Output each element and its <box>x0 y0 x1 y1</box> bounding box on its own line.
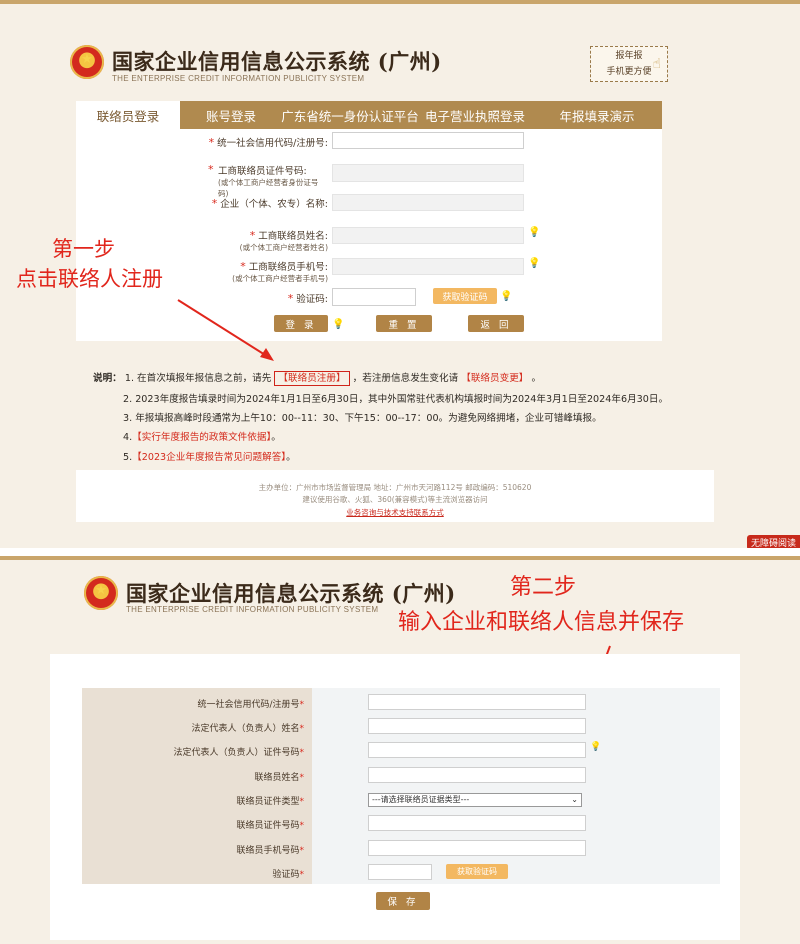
screenshot-login-page: 国家企业信用信息公示系统 (广州) THE ENTERPRISE CREDIT … <box>0 0 800 552</box>
reg-legal-rep-name-label: 法定代表人（负责人）姓名* <box>191 724 304 734</box>
step-two-title: 第二步 <box>510 575 577 600</box>
tab-account-login[interactable]: 账号登录 <box>180 101 282 129</box>
register-form-fields: 💡 ---请选择联络员证据类型--- ⌄ 获取验证码 <box>312 688 720 884</box>
captcha-input[interactable] <box>332 288 416 306</box>
liaison-phone-input[interactable] <box>332 258 524 275</box>
liaison-name-input[interactable] <box>332 227 524 244</box>
reg-credit-code-input[interactable] <box>368 694 586 710</box>
national-emblem-icon <box>70 45 104 79</box>
liaison-phone-label: * 工商联络员手机号: (或个体工商户经营者手机号) <box>232 260 328 283</box>
tab-guangdong-auth[interactable]: 广东省统一身份认证平台 <box>281 101 419 129</box>
reg-legal-rep-name-input[interactable] <box>368 718 586 734</box>
hint-bulb-icon: 💡 <box>528 258 541 269</box>
step-one-arrow-icon <box>177 299 274 361</box>
reg-captcha-label: 验证码* <box>272 870 304 880</box>
liaison-register-form: 统一社会信用代码/注册号* 法定代表人（负责人）姓名* 法定代表人（负责人）证件… <box>50 654 740 940</box>
reg-liaison-id-number-label: 联络员证件号码* <box>236 821 304 831</box>
company-name-label: * 企业（个体、农专）名称: <box>211 197 328 210</box>
get-code-button[interactable]: 获取验证码 <box>433 288 497 304</box>
footer-sponsor: 主办单位：广州市市场监督管理局 地址：广州市天河路112号 邮政编码：51062… <box>258 483 532 492</box>
note-5: 5.【2023企业年度报告常见问题解答】。 <box>123 452 296 463</box>
site-title: 国家企业信用信息公示系统 (广州) <box>112 49 442 74</box>
reg-liaison-phone-label: 联络员手机号码* <box>236 846 304 856</box>
login-button[interactable]: 登 录 <box>274 315 328 332</box>
footer-browser-tip: 建议使用谷歌、火狐、360(兼容模式)等主流浏览器访问 <box>302 495 488 504</box>
reg-credit-code-label: 统一社会信用代码/注册号* <box>197 700 304 710</box>
note-2: 2. 2023年度报告填录时间为2024年1月1日至6月30日，其中外国常驻代表… <box>123 394 669 405</box>
reg-liaison-phone-input[interactable] <box>368 840 586 856</box>
site-subtitle: THE ENTERPRISE CREDIT INFORMATION PUBLIC… <box>112 74 365 83</box>
reg-legal-rep-id-label: 法定代表人（负责人）证件号码* <box>173 748 304 758</box>
credit-code-label: * 统一社会信用代码/注册号: <box>208 136 328 149</box>
liaison-register-link[interactable]: 【联络员注册】 <box>274 371 350 386</box>
panel-separator <box>0 548 800 556</box>
page-footer: 主办单位：广州市市场监督管理局 地址：广州市天河路112号 邮政编码：51062… <box>76 470 714 522</box>
company-name-input[interactable] <box>332 194 524 211</box>
faq-link[interactable]: 【2023企业年度报告常见问题解答】 <box>132 452 286 463</box>
mobile-report-button[interactable]: 报年报 手机更方便 ☝ <box>590 46 668 82</box>
register-form-labels: 统一社会信用代码/注册号* 法定代表人（负责人）姓名* 法定代表人（负责人）证件… <box>82 688 312 884</box>
note-1: 说明： 1. 在首次填报年报信息之前，请先 【联络员注册】 ，若注册信息发生变化… <box>93 371 542 386</box>
register-form-grid: 统一社会信用代码/注册号* 法定代表人（负责人）姓名* 法定代表人（负责人）证件… <box>82 688 720 884</box>
policy-document-link[interactable]: 【实行年度报告的政策文件依据】 <box>132 432 271 443</box>
note-3: 3. 年报填报高峰时段通常为上午10：00--11：30、下午15：00--17… <box>123 413 602 424</box>
reg-liaison-name-input[interactable] <box>368 767 586 783</box>
hint-bulb-icon: 💡 <box>590 742 602 752</box>
site-subtitle: THE ENTERPRISE CREDIT INFORMATION PUBLIC… <box>126 605 379 614</box>
liaison-id-label: * 工商联络员证件号码: (或个体工商户经营者身份证号码) <box>208 163 319 198</box>
hint-bulb-icon: 💡 <box>528 227 541 238</box>
reg-legal-rep-id-input[interactable] <box>368 742 586 758</box>
reg-liaison-id-type-label: 联络员证件类型* <box>236 797 304 807</box>
chevron-down-icon: ⌄ <box>571 795 578 804</box>
reset-button[interactable]: 重 置 <box>376 315 432 332</box>
reg-liaison-id-number-input[interactable] <box>368 815 586 831</box>
tab-annual-report-demo[interactable]: 年报填录演示 <box>532 101 662 129</box>
liaison-name-label: * 工商联络员姓名: (或个体工商户经营者姓名) <box>239 229 328 252</box>
footer-support-link[interactable]: 业务咨询与技术支持联系方式 <box>76 507 714 518</box>
hand-tap-icon: ☝ <box>652 56 661 72</box>
reg-liaison-id-type-select[interactable]: ---请选择联络员证据类型--- ⌄ <box>368 793 582 807</box>
step-one-instruction: 点击联络人注册 <box>16 267 163 291</box>
tab-e-license-login[interactable]: 电子营业执照登录 <box>418 101 532 129</box>
back-button[interactable]: 返 回 <box>468 315 524 332</box>
credit-code-input[interactable] <box>332 132 524 149</box>
national-emblem-icon <box>84 576 118 610</box>
login-tabs: 联络员登录 账号登录 广东省统一身份认证平台 电子营业执照登录 年报填录演示 <box>76 101 662 129</box>
reg-liaison-name-label: 联络员姓名* <box>254 773 304 783</box>
hint-bulb-icon: 💡 <box>500 291 513 302</box>
liaison-login-form: * 统一社会信用代码/注册号: * 工商联络员证件号码: (或个体工商户经营者身… <box>76 129 662 341</box>
reg-captcha-input[interactable] <box>368 864 432 880</box>
liaison-change-link[interactable]: 【联络员变更】 <box>461 373 528 384</box>
hint-bulb-icon: 💡 <box>332 319 345 330</box>
reg-get-code-button[interactable]: 获取验证码 <box>446 864 508 879</box>
save-button[interactable]: 保 存 <box>376 892 430 910</box>
note-4: 4.【实行年度报告的政策文件依据】。 <box>123 432 281 443</box>
step-one-title: 第一步 <box>52 237 115 261</box>
tab-liaison-login[interactable]: 联络员登录 <box>76 101 180 129</box>
step-two-instruction: 输入企业和联络人信息并保存 <box>398 610 685 635</box>
liaison-id-input[interactable] <box>332 164 524 182</box>
